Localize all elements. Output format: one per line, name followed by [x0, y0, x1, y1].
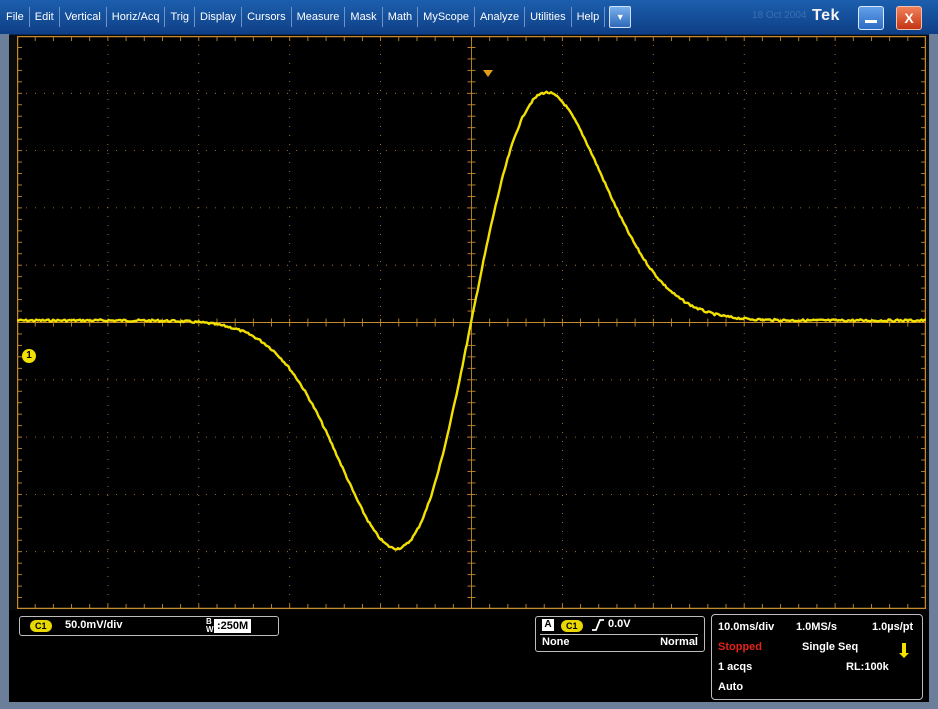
- menu-dropdown-button[interactable]: ▼: [609, 6, 632, 28]
- ch1-badge: C1: [30, 620, 52, 632]
- resolution: 1.0µs/pt: [872, 621, 914, 633]
- menu-vertical[interactable]: Vertical: [60, 7, 107, 27]
- menu-edit[interactable]: Edit: [30, 7, 60, 27]
- run-indicator-tip: [899, 653, 909, 658]
- readout-area: C1 50.0mV/div BW :250M A C1 0.0V None No…: [9, 610, 929, 702]
- menu-display[interactable]: Display: [195, 7, 243, 27]
- trigger-readout[interactable]: A C1 0.0V None Normal: [535, 616, 705, 652]
- frame-bottom: [0, 702, 938, 709]
- frame-left: [0, 34, 9, 709]
- acquisition-readout[interactable]: 10.0ms/div 1.0MS/s 1.0µs/pt Stopped Sing…: [711, 614, 923, 700]
- menu-horiz-acq[interactable]: Horiz/Acq: [107, 7, 166, 27]
- menu-analyze[interactable]: Analyze: [475, 7, 526, 27]
- close-button[interactable]: X: [896, 6, 922, 30]
- menu-mask[interactable]: Mask: [345, 7, 383, 27]
- trigger-level: 0.0V: [608, 618, 631, 630]
- menu-list: File Edit Vertical Horiz/Acq Trig Displa…: [0, 0, 632, 34]
- chevron-down-icon: ▼: [615, 11, 625, 22]
- time-per-div: 10.0ms/div: [718, 621, 775, 633]
- ch1-bandwidth: :250M: [214, 619, 252, 633]
- menu-myscope[interactable]: MyScope: [418, 7, 476, 27]
- date-readout: 18 Oct 2004: [752, 10, 807, 21]
- menu-trig[interactable]: Trig: [165, 7, 196, 27]
- menu-cursors[interactable]: Cursors: [242, 7, 292, 27]
- run-indicator-icon: [902, 643, 906, 653]
- minimize-icon: [865, 20, 877, 23]
- graticule-svg: [17, 36, 926, 609]
- waveform-display[interactable]: 1: [17, 36, 926, 609]
- ch1-ground-marker[interactable]: 1: [22, 349, 36, 363]
- trigger-position-marker[interactable]: [483, 70, 493, 77]
- menu-help[interactable]: Help: [572, 7, 606, 27]
- menu-bar: File Edit Vertical Horiz/Acq Trig Displa…: [0, 0, 938, 35]
- menu-math[interactable]: Math: [383, 7, 419, 27]
- bw-sub: W: [206, 625, 214, 634]
- menu-file[interactable]: File: [0, 7, 30, 27]
- menu-utilities[interactable]: Utilities: [525, 7, 572, 27]
- trigger-divider: [540, 634, 698, 635]
- tek-logo: Tek: [812, 7, 840, 24]
- frame-right: [929, 34, 938, 709]
- trigger-coupling: None: [542, 636, 570, 648]
- oscilloscope-app: File Edit Vertical Horiz/Acq Trig Displa…: [0, 0, 938, 709]
- trigger-source-letter: A: [542, 619, 554, 631]
- rising-edge-icon: [592, 619, 604, 631]
- trigger-mode-auto: Auto: [718, 681, 744, 693]
- run-mode: Single Seq: [802, 641, 859, 653]
- trigger-channel-badge: C1: [561, 620, 583, 632]
- ch1-scale: 50.0mV/div: [65, 619, 123, 631]
- trigger-mode: Normal: [660, 636, 698, 648]
- record-length: RL:100k: [846, 661, 889, 673]
- minimize-button[interactable]: [858, 6, 884, 30]
- bandwidth-icon: BW: [206, 618, 214, 634]
- sample-rate: 1.0MS/s: [796, 621, 837, 633]
- acquisition-state: Stopped: [718, 641, 762, 653]
- ch1-readout[interactable]: C1 50.0mV/div BW :250M: [19, 616, 279, 636]
- menu-measure[interactable]: Measure: [292, 7, 346, 27]
- acq-count: 1 acqs: [718, 661, 753, 673]
